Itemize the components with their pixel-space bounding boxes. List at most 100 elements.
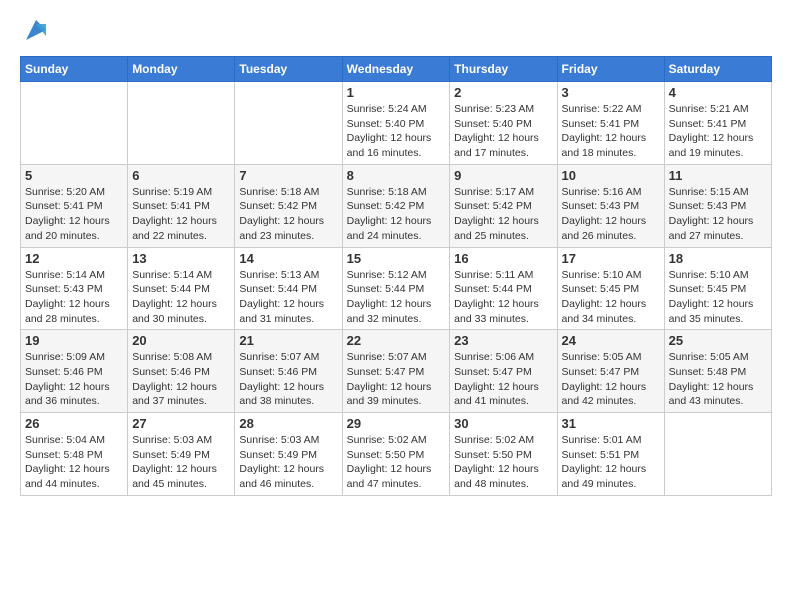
day-number: 2 <box>454 85 552 100</box>
day-of-week-wednesday: Wednesday <box>342 57 450 82</box>
calendar-cell: 1 Sunrise: 5:24 AM Sunset: 5:40 PM Daylig… <box>342 82 450 165</box>
day-info: Sunrise: 5:22 AM Sunset: 5:41 PM Dayligh… <box>562 102 660 161</box>
calendar-cell: 29 Sunrise: 5:02 AM Sunset: 5:50 PM Dayli… <box>342 413 450 496</box>
day-number: 5 <box>25 168 123 183</box>
calendar-cell: 7 Sunrise: 5:18 AM Sunset: 5:42 PM Daylig… <box>235 164 342 247</box>
day-number: 6 <box>132 168 230 183</box>
day-info: Sunrise: 5:02 AM Sunset: 5:50 PM Dayligh… <box>347 433 446 492</box>
day-info: Sunrise: 5:09 AM Sunset: 5:46 PM Dayligh… <box>25 350 123 409</box>
day-info: Sunrise: 5:18 AM Sunset: 5:42 PM Dayligh… <box>239 185 337 244</box>
day-info: Sunrise: 5:03 AM Sunset: 5:49 PM Dayligh… <box>132 433 230 492</box>
calendar-cell: 16Sunrise: 5:11 AM Sunset: 5:44 PM Dayli… <box>450 247 557 330</box>
calendar-cell: 26 Sunrise: 5:04 AM Sunset: 5:48 PM Dayli… <box>21 413 128 496</box>
calendar-cell: 17Sunrise: 5:10 AM Sunset: 5:45 PM Dayli… <box>557 247 664 330</box>
day-info: Sunrise: 5:21 AM Sunset: 5:41 PM Dayligh… <box>669 102 767 161</box>
calendar-cell: 5Sunrise: 5:20 AM Sunset: 5:41 PM Daylig… <box>21 164 128 247</box>
day-info: Sunrise: 5:10 AM Sunset: 5:45 PM Dayligh… <box>562 268 660 327</box>
calendar-week-row: 26 Sunrise: 5:04 AM Sunset: 5:48 PM Dayli… <box>21 413 772 496</box>
day-of-week-thursday: Thursday <box>450 57 557 82</box>
day-info: Sunrise: 5:14 AM Sunset: 5:43 PM Dayligh… <box>25 268 123 327</box>
day-info: Sunrise: 5:08 AM Sunset: 5:46 PM Dayligh… <box>132 350 230 409</box>
calendar-cell: 20 Sunrise: 5:08 AM Sunset: 5:46 PM Dayli… <box>128 330 235 413</box>
day-info: Sunrise: 5:10 AM Sunset: 5:45 PM Dayligh… <box>669 268 767 327</box>
logo-icon <box>22 16 50 44</box>
day-number: 23 <box>454 333 552 348</box>
day-number: 18 <box>669 251 767 266</box>
calendar-cell: 30 Sunrise: 5:02 AM Sunset: 5:50 PM Dayli… <box>450 413 557 496</box>
day-number: 7 <box>239 168 337 183</box>
day-number: 22 <box>347 333 446 348</box>
day-info: Sunrise: 5:01 AM Sunset: 5:51 PM Dayligh… <box>562 433 660 492</box>
day-info: Sunrise: 5:05 AM Sunset: 5:48 PM Dayligh… <box>669 350 767 409</box>
calendar-cell: 8 Sunrise: 5:18 AM Sunset: 5:42 PM Daylig… <box>342 164 450 247</box>
day-number: 11 <box>669 168 767 183</box>
day-info: Sunrise: 5:24 AM Sunset: 5:40 PM Dayligh… <box>347 102 446 161</box>
calendar-header-row: SundayMondayTuesdayWednesdayThursdayFrid… <box>21 57 772 82</box>
calendar-cell: 9 Sunrise: 5:17 AM Sunset: 5:42 PM Daylig… <box>450 164 557 247</box>
day-info: Sunrise: 5:19 AM Sunset: 5:41 PM Dayligh… <box>132 185 230 244</box>
calendar-cell <box>21 82 128 165</box>
day-info: Sunrise: 5:17 AM Sunset: 5:42 PM Dayligh… <box>454 185 552 244</box>
page-header <box>20 16 772 44</box>
day-of-week-saturday: Saturday <box>664 57 771 82</box>
day-number: 29 <box>347 416 446 431</box>
day-number: 19 <box>25 333 123 348</box>
day-number: 9 <box>454 168 552 183</box>
day-info: Sunrise: 5:05 AM Sunset: 5:47 PM Dayligh… <box>562 350 660 409</box>
calendar-cell: 23Sunrise: 5:06 AM Sunset: 5:47 PM Dayli… <box>450 330 557 413</box>
calendar-cell <box>664 413 771 496</box>
calendar-cell: 2 Sunrise: 5:23 AM Sunset: 5:40 PM Daylig… <box>450 82 557 165</box>
day-number: 31 <box>562 416 660 431</box>
calendar-cell: 21Sunrise: 5:07 AM Sunset: 5:46 PM Dayli… <box>235 330 342 413</box>
day-number: 20 <box>132 333 230 348</box>
day-number: 14 <box>239 251 337 266</box>
day-info: Sunrise: 5:12 AM Sunset: 5:44 PM Dayligh… <box>347 268 446 327</box>
calendar-table: SundayMondayTuesdayWednesdayThursdayFrid… <box>20 56 772 496</box>
day-info: Sunrise: 5:02 AM Sunset: 5:50 PM Dayligh… <box>454 433 552 492</box>
day-number: 25 <box>669 333 767 348</box>
calendar-cell: 28 Sunrise: 5:03 AM Sunset: 5:49 PM Dayli… <box>235 413 342 496</box>
day-info: Sunrise: 5:04 AM Sunset: 5:48 PM Dayligh… <box>25 433 123 492</box>
day-info: Sunrise: 5:18 AM Sunset: 5:42 PM Dayligh… <box>347 185 446 244</box>
calendar-cell: 18 Sunrise: 5:10 AM Sunset: 5:45 PM Dayli… <box>664 247 771 330</box>
calendar-cell: 6 Sunrise: 5:19 AM Sunset: 5:41 PM Daylig… <box>128 164 235 247</box>
day-number: 30 <box>454 416 552 431</box>
calendar-week-row: 1 Sunrise: 5:24 AM Sunset: 5:40 PM Daylig… <box>21 82 772 165</box>
calendar-week-row: 19 Sunrise: 5:09 AM Sunset: 5:46 PM Dayli… <box>21 330 772 413</box>
calendar-cell: 24 Sunrise: 5:05 AM Sunset: 5:47 PM Dayli… <box>557 330 664 413</box>
calendar-cell: 12 Sunrise: 5:14 AM Sunset: 5:43 PM Dayli… <box>21 247 128 330</box>
day-number: 28 <box>239 416 337 431</box>
day-info: Sunrise: 5:03 AM Sunset: 5:49 PM Dayligh… <box>239 433 337 492</box>
calendar-cell: 15 Sunrise: 5:12 AM Sunset: 5:44 PM Dayli… <box>342 247 450 330</box>
day-number: 4 <box>669 85 767 100</box>
calendar-cell: 3 Sunrise: 5:22 AM Sunset: 5:41 PM Daylig… <box>557 82 664 165</box>
calendar-cell: 19 Sunrise: 5:09 AM Sunset: 5:46 PM Dayli… <box>21 330 128 413</box>
day-info: Sunrise: 5:15 AM Sunset: 5:43 PM Dayligh… <box>669 185 767 244</box>
day-of-week-tuesday: Tuesday <box>235 57 342 82</box>
day-number: 3 <box>562 85 660 100</box>
day-info: Sunrise: 5:13 AM Sunset: 5:44 PM Dayligh… <box>239 268 337 327</box>
day-info: Sunrise: 5:14 AM Sunset: 5:44 PM Dayligh… <box>132 268 230 327</box>
day-number: 26 <box>25 416 123 431</box>
day-number: 8 <box>347 168 446 183</box>
calendar-week-row: 12 Sunrise: 5:14 AM Sunset: 5:43 PM Dayli… <box>21 247 772 330</box>
day-of-week-sunday: Sunday <box>21 57 128 82</box>
calendar-cell: 25 Sunrise: 5:05 AM Sunset: 5:48 PM Dayli… <box>664 330 771 413</box>
day-number: 27 <box>132 416 230 431</box>
calendar-cell: 22Sunrise: 5:07 AM Sunset: 5:47 PM Dayli… <box>342 330 450 413</box>
day-number: 12 <box>25 251 123 266</box>
day-number: 24 <box>562 333 660 348</box>
calendar-cell: 10 Sunrise: 5:16 AM Sunset: 5:43 PM Dayli… <box>557 164 664 247</box>
day-number: 16 <box>454 251 552 266</box>
day-of-week-monday: Monday <box>128 57 235 82</box>
calendar-cell: 27 Sunrise: 5:03 AM Sunset: 5:49 PM Dayli… <box>128 413 235 496</box>
calendar-week-row: 5Sunrise: 5:20 AM Sunset: 5:41 PM Daylig… <box>21 164 772 247</box>
day-number: 13 <box>132 251 230 266</box>
day-number: 1 <box>347 85 446 100</box>
page-container: SundayMondayTuesdayWednesdayThursdayFrid… <box>0 0 792 506</box>
day-info: Sunrise: 5:23 AM Sunset: 5:40 PM Dayligh… <box>454 102 552 161</box>
day-number: 15 <box>347 251 446 266</box>
day-number: 10 <box>562 168 660 183</box>
calendar-cell <box>235 82 342 165</box>
day-info: Sunrise: 5:16 AM Sunset: 5:43 PM Dayligh… <box>562 185 660 244</box>
